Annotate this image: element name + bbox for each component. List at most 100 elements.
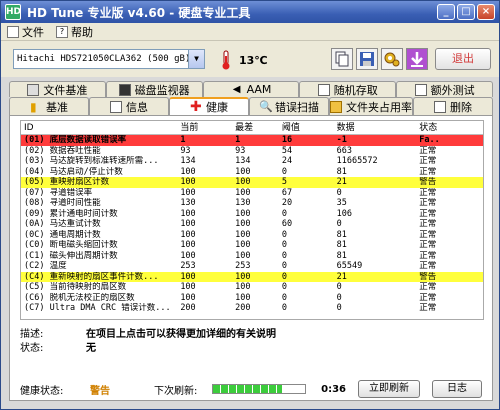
smart-table[interactable]: ID 当前 最差 阈值 数据 状态 (01) 底层数据读取错误率 1 1 16 -1 Fa…	[20, 120, 484, 320]
column-header[interactable]: 状态	[419, 121, 483, 134]
table-row[interactable]: (08) 寻道时间性能 130 130 20 35 正常	[21, 198, 483, 209]
table-row[interactable]: (04) 马达启动/停止计数 100 100 0 81 正常	[21, 167, 483, 178]
column-header[interactable]: 最差	[235, 121, 282, 134]
table-cell-cur: 100	[180, 240, 196, 250]
tab-random-access[interactable]: 随机存取	[299, 81, 397, 97]
table-cell-data: 81	[336, 166, 347, 177]
close-button[interactable]: ×	[477, 4, 495, 20]
table-cell-data: 81	[336, 250, 347, 261]
table-cell-cur: 200	[180, 303, 196, 313]
column-header[interactable]: ID	[21, 121, 180, 134]
table-cell-worst: 100	[235, 250, 251, 261]
maximize-button[interactable]: □	[457, 4, 475, 20]
menu-file[interactable]: 文件	[1, 23, 50, 41]
table-cell-thr: 54	[281, 145, 293, 156]
table-row[interactable]: (05) 重映射扇区计数 100 100 5 21 警告	[21, 177, 483, 188]
options-button[interactable]	[381, 48, 403, 70]
table-cell-data: 0	[336, 219, 342, 229]
table-row[interactable]: (02) 数据吞吐性能 93 93 54 663 正常	[21, 146, 483, 157]
copy-info-button[interactable]	[331, 48, 353, 70]
table-cell-thr: 20	[281, 198, 293, 208]
next-refresh-label: 下次刷新:	[154, 385, 198, 397]
table-cell-id: (C4) 重新映射的扇区事件计数...	[24, 271, 159, 282]
table-cell-status: 正常	[419, 208, 437, 219]
table-cell-status: 正常	[419, 187, 437, 198]
table-cell-thr: 24	[281, 156, 293, 166]
table-cell-id: (C5) 当前待映射的扇区数	[24, 282, 127, 292]
tab-folder-usage[interactable]: 文件夹占用率	[329, 97, 413, 115]
tab-disk-monitor[interactable]: 磁盘监视器	[105, 81, 203, 97]
column-header[interactable]: 阈值	[282, 121, 337, 134]
column-header[interactable]: 数据	[337, 121, 420, 134]
table-row[interactable]: (C4) 重新映射的扇区事件计数... 100 100 0 21 警告	[21, 271, 483, 282]
table-cell-cur: 100	[180, 282, 196, 292]
log-button[interactable]: 日志	[432, 380, 482, 398]
minimize-button[interactable]: _	[437, 4, 455, 20]
table-cell-worst: 100	[235, 282, 251, 292]
download-button[interactable]	[406, 48, 428, 70]
table-cell-worst: 130	[235, 198, 251, 208]
table-cell-status: 正常	[419, 156, 437, 166]
table-cell-thr: 0	[281, 240, 287, 250]
tab-label: 错误扫描	[275, 100, 319, 114]
table-cell-worst: 134	[235, 156, 251, 166]
column-header[interactable]: 当前	[180, 121, 235, 134]
table-cell-thr: 16	[281, 135, 293, 145]
description-label: 描述:	[20, 329, 44, 340]
speaker-icon: ◀	[232, 83, 241, 95]
tab-label: 文件夹占用率	[346, 100, 412, 114]
table-row[interactable]: (0C) 通电周期计数 100 100 0 81 正常	[21, 230, 483, 241]
tab-error-scan[interactable]: 🔍 错误扫描	[249, 97, 329, 115]
table-row[interactable]: (0A) 马达重试计数 100 100 60 0 正常	[21, 219, 483, 230]
tab-info[interactable]: 信息	[89, 97, 169, 115]
refresh-now-button[interactable]: 立即刷新	[358, 380, 420, 398]
benchmark-icon: ▮	[30, 99, 37, 114]
tab-extra-tests[interactable]: 额外测试	[396, 81, 493, 97]
table-cell-status: 正常	[419, 250, 437, 261]
drive-select[interactable]: Hitachi HDS721050CLA362 (500 gB) ▼	[13, 49, 205, 69]
table-cell-id: (C7) Ultra DMA CRC 错误计数...	[24, 303, 171, 313]
table-cell-thr: 0	[281, 282, 287, 292]
chevron-down-icon[interactable]: ▼	[188, 50, 204, 68]
menu-help[interactable]: ? 帮助	[50, 23, 99, 41]
tab-row-top: 文件基准 磁盘监视器 ◀ AAM 随机存取 额外测试	[9, 81, 493, 97]
table-row[interactable]: (07) 寻道错误率 100 100 67 0 正常	[21, 188, 483, 199]
tab-aam[interactable]: ◀ AAM	[202, 81, 300, 97]
disk-monitor-icon	[118, 83, 131, 96]
health-status-label: 健康状态:	[20, 385, 64, 397]
toolbar: Hitachi HDS721050CLA362 (500 gB) ▼ 13℃ 退…	[1, 41, 499, 77]
table-cell-worst: 100	[235, 240, 251, 250]
table-row[interactable]: (03) 马达旋转到标准转速所需... 134 134 24 11665572 正常	[21, 156, 483, 167]
save-button[interactable]	[356, 48, 378, 70]
table-header: ID 当前 最差 阈值 数据 状态	[21, 121, 483, 135]
table-cell-status: 正常	[419, 282, 437, 292]
state-label: 状态:	[20, 343, 44, 354]
table-cell-cur: 100	[180, 219, 196, 229]
table-cell-id: (05) 重映射扇区计数	[24, 177, 110, 187]
table-cell-data: 0	[336, 292, 342, 303]
table-row[interactable]: (01) 底层数据读取错误率 1 1 16 -1 Fa..	[21, 135, 483, 146]
table-cell-worst: 200	[235, 303, 251, 313]
table-row[interactable]: (C1) 磁头伸出周期计数 100 100 0 81 正常	[21, 251, 483, 262]
status-bar: 健康状态: 警告 下次刷新: 0:36 立即刷新 日志	[20, 380, 484, 398]
info-icon	[110, 100, 122, 113]
table-cell-status: 正常	[419, 261, 437, 271]
table-row[interactable]: (C7) Ultra DMA CRC 错误计数... 200 200 0 0 正常	[21, 303, 483, 314]
arrow-down-icon	[411, 52, 423, 67]
thermometer-icon	[222, 50, 230, 70]
title-bar: HD HD Tune 专业版 v4.60 - 硬盘专业工具 _ □ ×	[1, 1, 499, 23]
table-row[interactable]: (C5) 当前待映射的扇区数 100 100 0 0 正常	[21, 282, 483, 293]
exit-button[interactable]: 退出	[435, 48, 491, 70]
table-row[interactable]: (09) 累计通电时间计数 100 100 0 106 正常	[21, 209, 483, 220]
tab-benchmark[interactable]: ▮ 基准	[9, 97, 89, 115]
table-cell-status: 正常	[419, 229, 437, 240]
table-row[interactable]: (C6) 脱机无法校正的扇区数 100 100 0 0 正常	[21, 293, 483, 304]
table-cell-id: (C0) 断电磁头缩回计数	[24, 240, 118, 250]
app-icon: HD	[5, 4, 21, 20]
random-access-icon	[317, 83, 330, 96]
tab-erase[interactable]: 删除	[413, 97, 493, 115]
table-row[interactable]: (C2) 温度 253 253 0 65549 正常	[21, 261, 483, 272]
table-row[interactable]: (C0) 断电磁头缩回计数 100 100 0 81 正常	[21, 240, 483, 251]
tab-health[interactable]: ✚ 健康	[169, 97, 249, 115]
tab-file-benchmark[interactable]: 文件基准	[9, 81, 106, 97]
